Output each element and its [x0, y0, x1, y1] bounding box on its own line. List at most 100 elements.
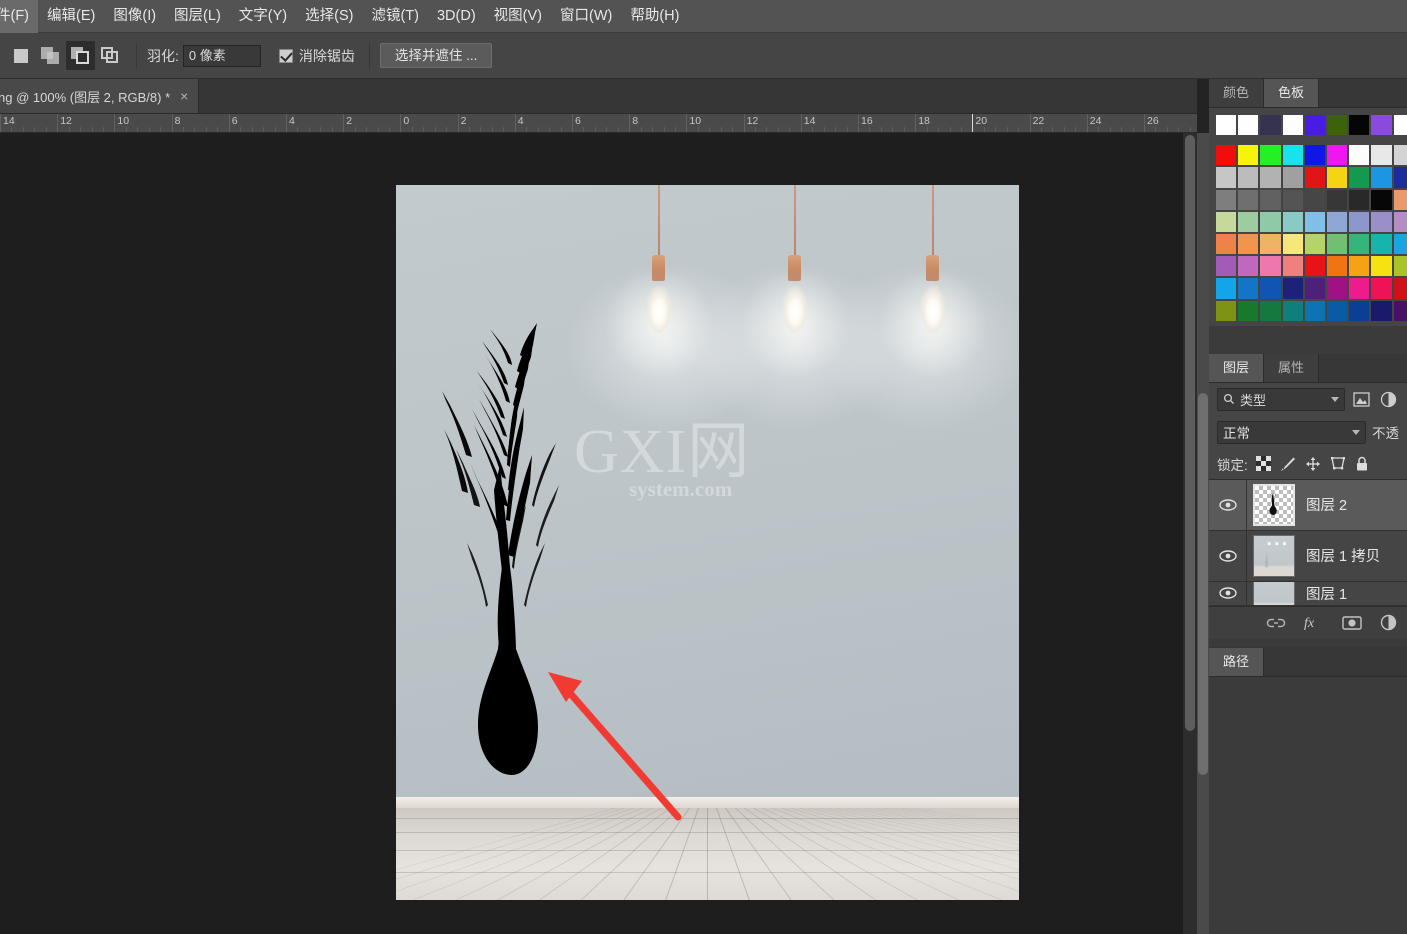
swatch[interactable]: [1215, 232, 1238, 256]
swatches-grid[interactable]: [1209, 108, 1407, 326]
swatch[interactable]: [1370, 188, 1393, 211]
fx-icon[interactable]: fx: [1304, 615, 1324, 630]
swatch[interactable]: [1370, 114, 1393, 137]
swatch[interactable]: [1348, 232, 1371, 256]
swatch[interactable]: [1325, 144, 1349, 167]
menu-layer[interactable]: 图层(L): [165, 0, 230, 33]
swatch[interactable]: [1370, 255, 1393, 278]
chevron-down-icon[interactable]: [1352, 429, 1360, 435]
swatch[interactable]: [1303, 188, 1326, 211]
swatch[interactable]: [1215, 277, 1238, 300]
swatch[interactable]: [1348, 277, 1371, 300]
image-filter-icon[interactable]: [1350, 388, 1372, 410]
swatch[interactable]: [1259, 166, 1282, 189]
swatch[interactable]: [1215, 166, 1238, 189]
swatch[interactable]: [1303, 255, 1326, 278]
swatch[interactable]: [1392, 210, 1407, 233]
swatch[interactable]: [1259, 114, 1282, 137]
swatch[interactable]: [1370, 277, 1393, 300]
swatch[interactable]: [1259, 144, 1282, 167]
swatch[interactable]: [1325, 114, 1349, 137]
new-selection-button[interactable]: [6, 41, 35, 70]
swatch[interactable]: [1281, 299, 1304, 322]
swatch[interactable]: [1237, 188, 1260, 211]
swatch[interactable]: [1215, 299, 1238, 322]
swatch[interactable]: [1348, 255, 1371, 278]
swatch[interactable]: [1215, 210, 1238, 233]
swatch[interactable]: [1215, 114, 1238, 137]
menu-image[interactable]: 图像(I): [104, 0, 165, 33]
swatch[interactable]: [1392, 277, 1407, 300]
feather-input[interactable]: 0 像素: [182, 44, 261, 67]
link-icon[interactable]: [1266, 617, 1286, 629]
swatch[interactable]: [1281, 210, 1304, 233]
tab-color[interactable]: 颜色: [1209, 79, 1265, 107]
layer-row-0[interactable]: 图层 2: [1209, 479, 1407, 531]
intersect-selection-button[interactable]: [96, 41, 125, 70]
menu-3d[interactable]: 3D(D): [428, 0, 485, 33]
document-tab[interactable]: ng @ 100% (图层 2, RGB/8) * ×: [0, 79, 200, 113]
swatch[interactable]: [1392, 144, 1407, 167]
swatch[interactable]: [1237, 210, 1260, 233]
move-lock-icon[interactable]: [1305, 456, 1321, 472]
adjustment-filter-icon[interactable]: [1377, 388, 1399, 410]
layer-thumbnail-1[interactable]: [1253, 534, 1295, 577]
swatch[interactable]: [1392, 114, 1407, 137]
menu-select[interactable]: 选择(S): [296, 0, 362, 33]
swatch[interactable]: [1215, 144, 1238, 167]
swatch[interactable]: [1281, 232, 1304, 256]
swatch[interactable]: [1237, 166, 1260, 189]
menu-help[interactable]: 帮助(H): [621, 0, 688, 33]
swatch[interactable]: [1348, 114, 1371, 137]
swatch[interactable]: [1237, 277, 1260, 300]
swatch[interactable]: [1325, 299, 1349, 322]
tab-properties[interactable]: 属性: [1264, 353, 1320, 382]
adjustment-icon[interactable]: [1380, 614, 1397, 631]
swatch[interactable]: [1259, 277, 1282, 300]
chevron-down-icon[interactable]: [1331, 396, 1339, 402]
layer-thumbnail-2[interactable]: [1253, 581, 1295, 605]
swatch[interactable]: [1281, 166, 1304, 189]
swatch[interactable]: [1303, 210, 1326, 233]
menu-file[interactable]: 件(F): [0, 0, 39, 33]
swatch[interactable]: [1392, 299, 1407, 322]
swatch[interactable]: [1348, 144, 1371, 167]
swatch[interactable]: [1259, 232, 1282, 256]
horizontal-ruler[interactable]: 14 12 10 8 6 4 2 0 2 4 6 8 10 12 14 16 18 20 22 24 26: [0, 114, 1197, 133]
swatch[interactable]: [1281, 188, 1304, 211]
transparency-lock-icon[interactable]: [1255, 456, 1271, 472]
artboard[interactable]: GXI网 system.com: [396, 185, 1019, 900]
canvas-scrollbar-outer-thumb[interactable]: [1198, 393, 1208, 775]
swatch[interactable]: [1348, 299, 1371, 322]
swatch[interactable]: [1348, 210, 1371, 233]
swatch[interactable]: [1370, 144, 1393, 167]
swatch[interactable]: [1237, 255, 1260, 278]
swatch[interactable]: [1348, 188, 1371, 211]
swatch[interactable]: [1325, 255, 1349, 278]
close-icon[interactable]: ×: [180, 89, 188, 103]
swatch[interactable]: [1303, 299, 1326, 322]
swatch[interactable]: [1215, 188, 1238, 211]
swatch[interactable]: [1281, 114, 1304, 137]
canvas-scrollbar-thumb[interactable]: [1185, 135, 1195, 731]
menu-filter[interactable]: 滤镜(T): [362, 0, 428, 33]
swatch[interactable]: [1281, 144, 1304, 167]
swatch[interactable]: [1215, 255, 1238, 278]
swatch[interactable]: [1237, 232, 1260, 256]
swatch[interactable]: [1237, 144, 1260, 167]
canvas-area[interactable]: GXI网 system.com: [0, 133, 1197, 934]
layer-row-1[interactable]: 图层 1 拷贝: [1209, 530, 1407, 582]
swatch[interactable]: [1259, 210, 1282, 233]
canvas-scrollbar-inner[interactable]: [1183, 133, 1197, 934]
swatch[interactable]: [1259, 255, 1282, 278]
menu-edit[interactable]: 编辑(E): [38, 0, 104, 33]
blend-mode-select[interactable]: 正常: [1217, 420, 1366, 444]
paths-panel-body[interactable]: [1209, 676, 1407, 857]
select-and-mask-button[interactable]: 选择并遮住 ...: [379, 43, 493, 68]
swatch[interactable]: [1259, 188, 1282, 211]
swatch[interactable]: [1303, 277, 1326, 300]
layer-filter-select[interactable]: 类型: [1217, 387, 1345, 411]
artboard-lock-icon[interactable]: [1330, 456, 1346, 471]
subtract-from-selection-button[interactable]: [66, 41, 95, 70]
swatch[interactable]: [1237, 299, 1260, 322]
